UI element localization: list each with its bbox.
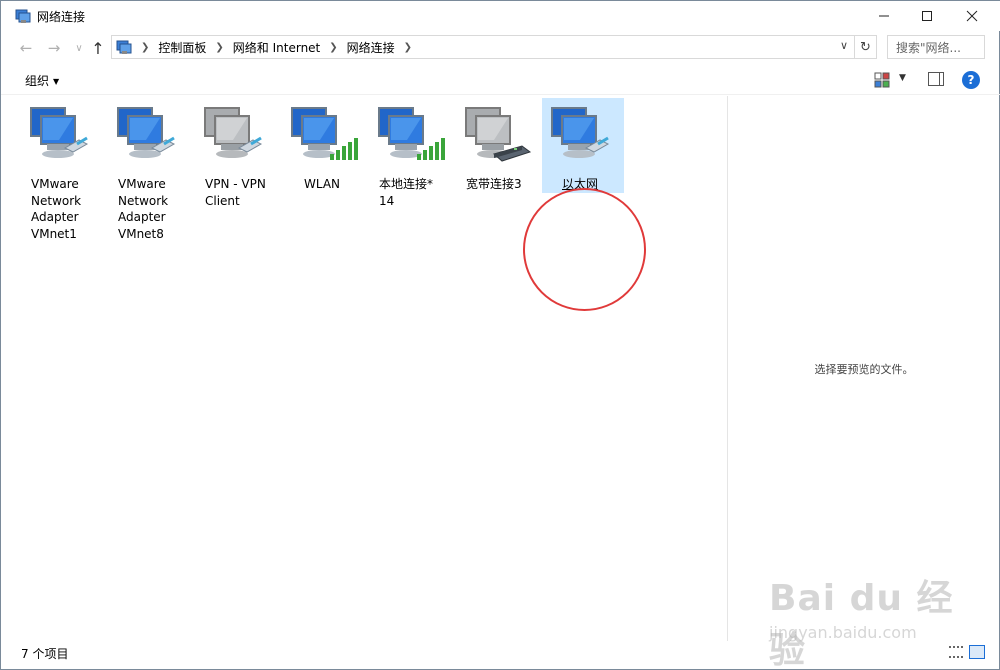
refresh-button[interactable]: ↻ <box>855 35 877 59</box>
chevron-right-icon[interactable]: ❯ <box>141 42 149 53</box>
command-bar: 组织 ▼ ▼ ? <box>1 65 1000 95</box>
connection-item-wlan[interactable]: WLAN <box>282 98 364 193</box>
large-icons-view-icon[interactable] <box>969 645 985 659</box>
minimize-button[interactable] <box>861 1 907 31</box>
address-dropdown-icon[interactable]: ∨ <box>840 39 848 52</box>
maximize-icon <box>922 11 932 21</box>
connection-item-vmnet1[interactable]: VMware Network Adapter VMnet1 <box>21 98 103 241</box>
organize-button[interactable]: 组织 ▼ <box>25 72 59 89</box>
organize-label: 组织 <box>25 74 50 88</box>
search-placeholder: 搜索"网络... <box>896 40 961 55</box>
connection-item-local-14[interactable]: 本地连接* 14 <box>369 98 451 208</box>
help-icon[interactable]: ? <box>962 71 980 89</box>
connection-label: 以太网 <box>562 177 599 191</box>
connection-label: VMware Network Adapter VMnet8 <box>118 177 169 241</box>
breadcrumb-network-internet[interactable]: 网络和 Internet <box>233 39 320 56</box>
network-adapter-icon <box>117 107 176 158</box>
close-icon <box>966 10 978 22</box>
explorer-window: 网络连接 ← → ∨ ↑ ❯ 控制面板 ❯ 网络和 Internet ❯ 网络连 <box>0 0 1000 670</box>
status-bar: 7 个项目 <box>1 641 1000 670</box>
minimize-icon <box>879 15 889 17</box>
items-view[interactable]: VMware Network Adapter VMnet1 VMware Net… <box>1 96 727 641</box>
control-panel-icon <box>116 40 132 54</box>
connection-label: VPN - VPN Client <box>205 177 266 208</box>
breadcrumb-control-panel[interactable]: 控制面板 <box>158 39 206 56</box>
chevron-right-icon[interactable]: ❯ <box>329 42 337 53</box>
breadcrumb-network-connections[interactable]: 网络连接 <box>347 39 395 56</box>
details-view-icon[interactable] <box>949 646 963 658</box>
change-view-icon[interactable] <box>874 72 890 88</box>
close-button[interactable] <box>949 1 995 31</box>
preview-pane-toggle-icon[interactable] <box>928 72 944 86</box>
preview-message: 选择要预览的文件。 <box>814 363 914 376</box>
connection-item-vmnet8[interactable]: VMware Network Adapter VMnet8 <box>108 98 190 241</box>
connection-item-broadband-3[interactable]: 宽带连接3 <box>456 98 538 193</box>
arrow-left-icon: ← <box>19 39 33 57</box>
network-adapter-icon <box>30 107 89 158</box>
preview-pane: 选择要预览的文件。 <box>728 96 1000 641</box>
connection-label: VMware Network Adapter VMnet1 <box>31 177 82 241</box>
vpn-adapter-icon <box>204 107 263 158</box>
annotation-circle <box>523 188 646 311</box>
maximize-button[interactable] <box>904 1 950 31</box>
title-bar[interactable]: 网络连接 <box>1 1 1000 31</box>
connection-label: 本地连接* 14 <box>379 177 434 208</box>
network-connections-icon <box>15 9 31 23</box>
navigation-bar: ← → ∨ ↑ ❯ 控制面板 ❯ 网络和 Internet ❯ 网络连接 ❯ ∨… <box>1 33 1000 61</box>
arrow-right-icon: → <box>47 39 61 57</box>
broadband-adapter-icon <box>465 107 532 162</box>
wifi-adapter-icon <box>291 107 358 160</box>
connection-item-ethernet[interactable]: 以太网 <box>542 98 624 193</box>
view-options-dropdown-icon[interactable]: ▼ <box>899 73 906 83</box>
caret-down-icon: ▼ <box>53 77 60 86</box>
ethernet-adapter-icon <box>551 107 610 158</box>
forward-button[interactable]: → <box>43 37 65 59</box>
back-button[interactable]: ← <box>15 37 37 59</box>
connection-label: 宽带连接3 <box>466 177 522 191</box>
chevron-right-icon[interactable]: ❯ <box>404 42 412 53</box>
wifi-adapter-icon <box>378 107 445 160</box>
item-count: 7 个项目 <box>21 647 69 661</box>
connection-item-vpn[interactable]: VPN - VPN Client <box>195 98 277 208</box>
window-title: 网络连接 <box>37 10 86 24</box>
address-bar[interactable]: ❯ 控制面板 ❯ 网络和 Internet ❯ 网络连接 ❯ ∨ <box>111 35 855 59</box>
chevron-right-icon[interactable]: ❯ <box>215 42 223 53</box>
arrow-up-icon: ↑ <box>91 38 105 58</box>
refresh-icon: ↻ <box>860 39 871 55</box>
up-button[interactable]: ↑ <box>87 37 109 59</box>
search-input[interactable]: 搜索"网络... <box>887 35 985 59</box>
chevron-down-icon: ∨ <box>75 42 83 54</box>
connection-label: WLAN <box>304 177 341 191</box>
